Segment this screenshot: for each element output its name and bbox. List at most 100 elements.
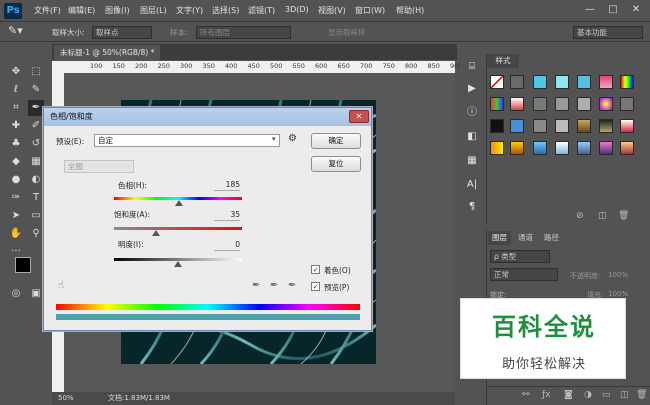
hue-slider-thumb[interactable]	[175, 200, 184, 206]
lasso-tool-icon[interactable]: ℓ	[8, 82, 24, 98]
shape-tool-icon[interactable]: ▭	[28, 208, 44, 224]
gradient-tool-icon[interactable]: ▦	[28, 154, 44, 170]
info-panel-icon[interactable]: ⓘ	[463, 104, 481, 122]
minimize-button[interactable]: —	[579, 2, 601, 18]
style-swatch[interactable]	[510, 97, 524, 111]
swatches-panel-icon[interactable]: ▦	[463, 152, 481, 170]
paragraph-panel-icon[interactable]: ¶	[463, 198, 481, 216]
preview-checkbox[interactable]: ✓	[311, 282, 320, 291]
ok-button[interactable]: 确定	[311, 133, 361, 149]
zoom-level[interactable]: 50%	[58, 392, 74, 405]
style-swatch[interactable]	[510, 119, 524, 133]
quick-mask-icon[interactable]: ◎	[8, 286, 24, 302]
saturation-slider-track[interactable]	[114, 227, 242, 230]
maximize-button[interactable]: □	[602, 2, 624, 18]
stamp-tool-icon[interactable]: ♣	[8, 136, 24, 152]
new-style-icon[interactable]: ◫	[598, 211, 607, 221]
style-swatch[interactable]	[533, 75, 547, 89]
mask-icon[interactable]: ◙	[564, 390, 573, 400]
style-swatch[interactable]	[620, 97, 634, 111]
style-swatch[interactable]	[599, 75, 613, 89]
reset-button[interactable]: 复位	[311, 156, 361, 172]
clear-style-icon[interactable]: ⊘	[576, 211, 584, 221]
settings-gear-icon[interactable]: ⚙	[288, 133, 297, 144]
style-swatch[interactable]	[490, 119, 504, 133]
menu-view[interactable]: 视图(V)	[318, 5, 346, 16]
sample-select[interactable]: 所有图层	[196, 26, 291, 39]
saturation-slider-thumb[interactable]	[152, 230, 161, 236]
fill-value[interactable]: 100%	[608, 290, 628, 298]
menu-window[interactable]: 窗口(W)	[355, 5, 385, 16]
eyedropper-plus-icon[interactable]: ✒	[270, 280, 278, 291]
history-panel-icon[interactable]: ⌸	[463, 58, 481, 76]
style-swatch[interactable]	[490, 75, 504, 89]
lightness-value[interactable]: 0	[214, 239, 240, 251]
healing-tool-icon[interactable]: ✚	[8, 118, 24, 134]
menu-type[interactable]: 文字(Y)	[176, 5, 203, 16]
move-tool-icon[interactable]: ✥	[8, 64, 24, 80]
adjustments-panel-icon[interactable]: ◧	[463, 128, 481, 146]
menu-help[interactable]: 帮助(H)	[396, 5, 424, 16]
tab-styles[interactable]: 样式	[487, 54, 519, 68]
tab-layers[interactable]: 图层	[488, 231, 511, 245]
style-swatch[interactable]	[555, 97, 569, 111]
opacity-value[interactable]: 100%	[608, 271, 628, 279]
link-layers-icon[interactable]: ⚯	[522, 390, 530, 400]
eyedropper-minus-icon[interactable]: ✒	[288, 280, 296, 291]
style-swatch[interactable]	[490, 97, 504, 111]
pen-tool-icon[interactable]: ✑	[8, 190, 24, 206]
colorize-checkbox[interactable]: ✓	[311, 265, 320, 274]
group-icon[interactable]: ▭	[602, 390, 611, 400]
menu-layer[interactable]: 图层(L)	[140, 5, 167, 16]
close-window-button[interactable]: ✕	[625, 2, 647, 18]
style-swatch[interactable]	[533, 97, 547, 111]
character-panel-icon[interactable]: A|	[463, 176, 481, 194]
dialog-close-button[interactable]: ✕	[349, 110, 369, 123]
blur-tool-icon[interactable]: ●	[8, 172, 24, 188]
screen-mode-icon[interactable]: ▣	[28, 286, 44, 302]
eyedropper-tool-icon[interactable]: ✎▾	[8, 24, 23, 37]
document-tab[interactable]: 未标题-1 @ 50%(RGB/8) *	[54, 45, 161, 60]
adjustment-layer-icon[interactable]: ◑	[584, 390, 592, 400]
path-select-tool-icon[interactable]: ➤	[8, 208, 24, 224]
style-swatch[interactable]	[555, 75, 569, 89]
lightness-slider-thumb[interactable]	[174, 261, 182, 267]
brush-tool-icon[interactable]: ✐	[28, 118, 44, 134]
tab-channels[interactable]: 通道	[514, 231, 537, 245]
delete-style-icon[interactable]: 🗑	[618, 211, 629, 221]
preset-select[interactable]: 自定	[94, 134, 280, 147]
style-swatch[interactable]	[577, 141, 591, 155]
style-swatch[interactable]	[555, 141, 569, 155]
menu-edit[interactable]: 编辑(E)	[68, 5, 95, 16]
eyedropper-icon[interactable]: ✒	[252, 280, 260, 291]
style-swatch[interactable]	[577, 75, 591, 89]
menu-file[interactable]: 文件(F)	[34, 5, 61, 16]
eraser-tool-icon[interactable]: ◆	[8, 154, 24, 170]
style-swatch[interactable]	[510, 141, 524, 155]
marquee-tool-icon[interactable]: ⬚	[28, 64, 44, 80]
style-swatch[interactable]	[533, 119, 547, 133]
style-swatch[interactable]	[620, 141, 634, 155]
hue-value[interactable]: 185	[214, 179, 240, 191]
style-swatch[interactable]	[510, 75, 524, 89]
style-swatch[interactable]	[533, 141, 547, 155]
history-brush-icon[interactable]: ↺	[28, 136, 44, 152]
sample-size-select[interactable]: 取样点	[92, 26, 152, 39]
new-layer-icon[interactable]: ◫	[620, 390, 629, 400]
menu-image[interactable]: 图像(I)	[105, 5, 130, 16]
quick-select-tool-icon[interactable]: ✎	[28, 82, 44, 98]
style-swatch[interactable]	[599, 119, 613, 133]
eyedropper-tool-icon-active[interactable]: ✒	[28, 100, 44, 116]
hand-tool-icon[interactable]: ✋	[8, 226, 24, 242]
actions-panel-icon[interactable]: ▶	[463, 80, 481, 98]
saturation-value[interactable]: 35	[214, 209, 240, 221]
crop-tool-icon[interactable]: ⌗	[8, 100, 24, 116]
style-swatch[interactable]	[620, 75, 634, 89]
blend-mode-select[interactable]: 正常	[490, 268, 558, 281]
layer-filter-select[interactable]: ρ 类型	[490, 250, 550, 263]
workspace-select[interactable]: 基本功能	[573, 26, 643, 39]
channel-select[interactable]: 全图	[64, 160, 134, 173]
menu-select[interactable]: 选择(S)	[212, 5, 239, 16]
delete-layer-icon[interactable]: 🗑	[636, 390, 647, 400]
style-swatch[interactable]	[490, 141, 504, 155]
